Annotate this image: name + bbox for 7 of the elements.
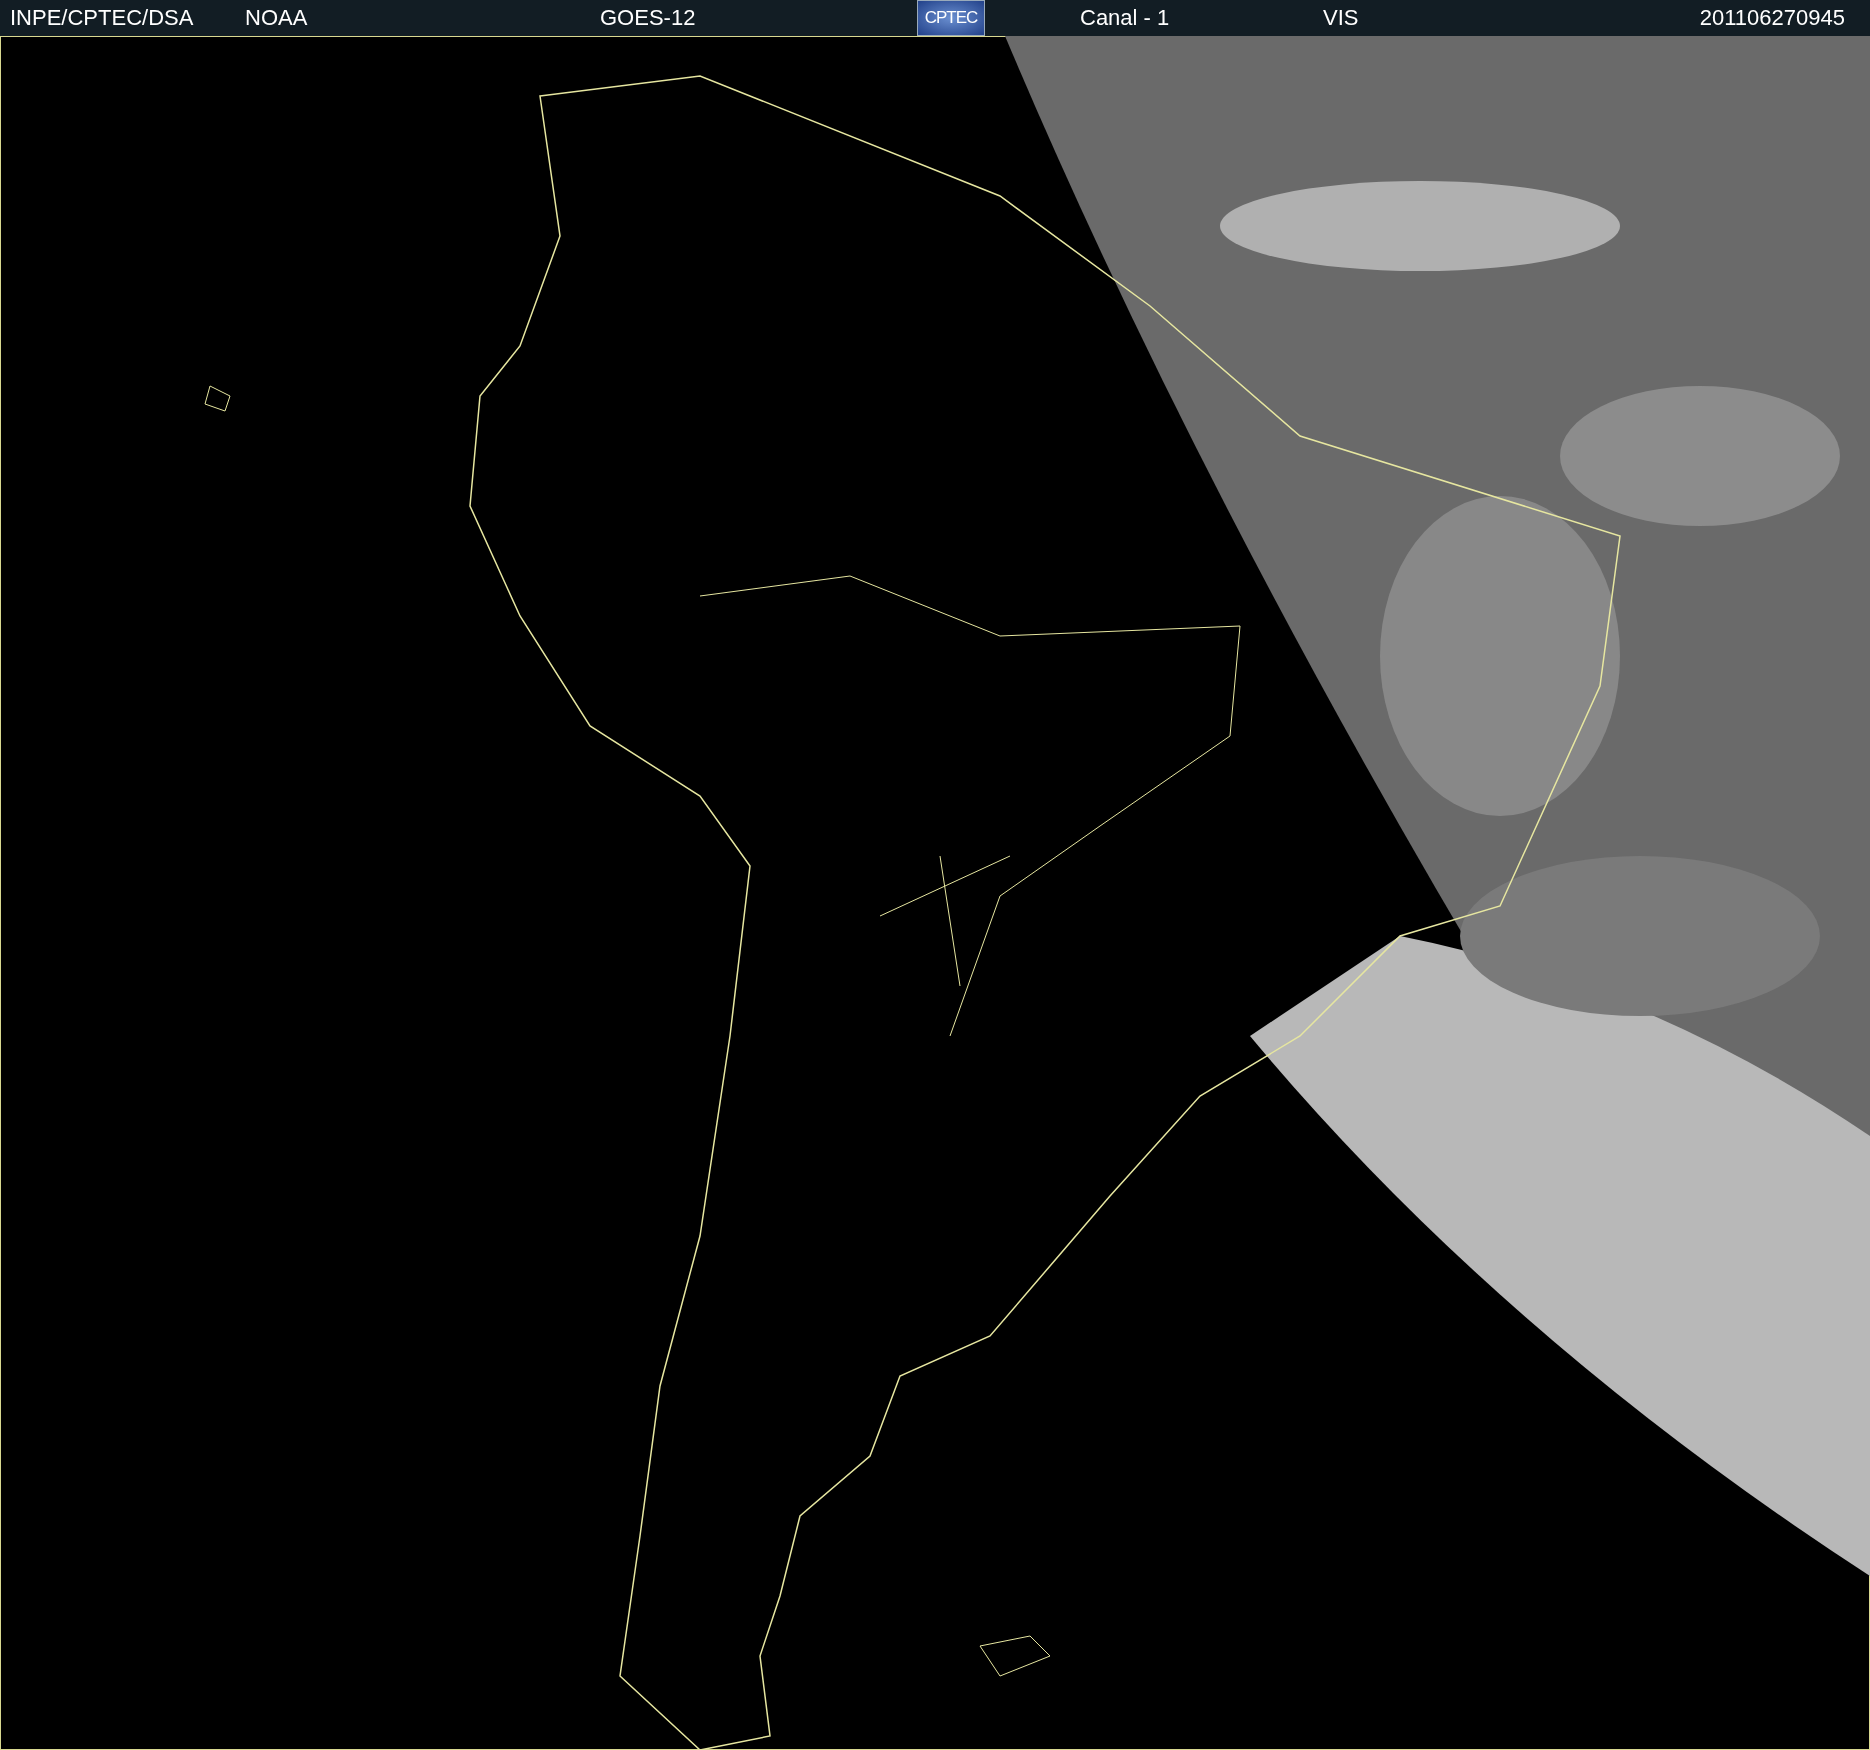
logo: CPTEC <box>917 0 985 36</box>
band-label: VIS <box>1323 5 1360 31</box>
source-label: INPE/CPTEC/DSA <box>9 5 195 31</box>
agency-label: NOAA <box>245 5 309 31</box>
satellite-label: GOES-12 <box>600 5 697 31</box>
timestamp-label: 201106270945 <box>1699 5 1846 31</box>
channel-label: Canal - 1 <box>1080 5 1171 31</box>
